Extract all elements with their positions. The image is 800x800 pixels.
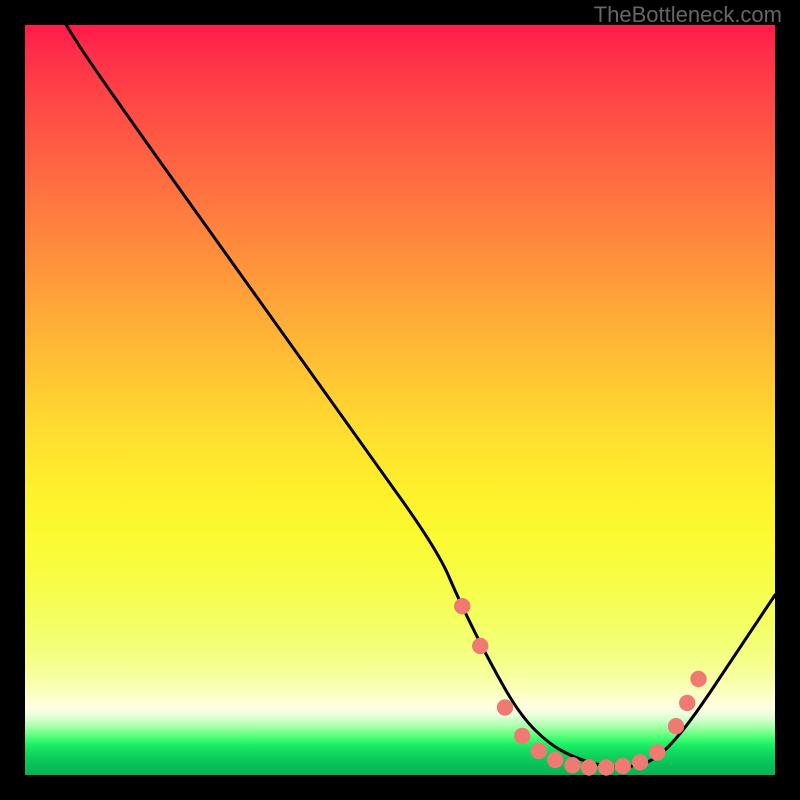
valley-dot [564,757,580,773]
valley-dot [547,752,563,768]
watermark-text: TheBottleneck.com [594,2,782,28]
valley-dot [581,759,597,775]
valley-dot [690,671,706,687]
chart-container: TheBottleneck.com [0,0,800,800]
plot-area [25,25,775,775]
valley-dot [615,758,631,774]
valley-dot [454,598,470,614]
valley-dot [668,718,684,734]
valley-dot [531,743,547,759]
valley-dot [598,759,614,775]
valley-dot [514,728,530,744]
valley-dot [632,754,648,770]
bottleneck-curve-path [66,25,775,767]
chart-overlay [25,25,775,775]
valley-dot [497,699,513,715]
valley-dot [649,744,665,760]
valley-dot [472,638,488,654]
valley-dot [679,695,695,711]
bottleneck-curve [66,25,775,767]
valley-dots [454,598,707,776]
